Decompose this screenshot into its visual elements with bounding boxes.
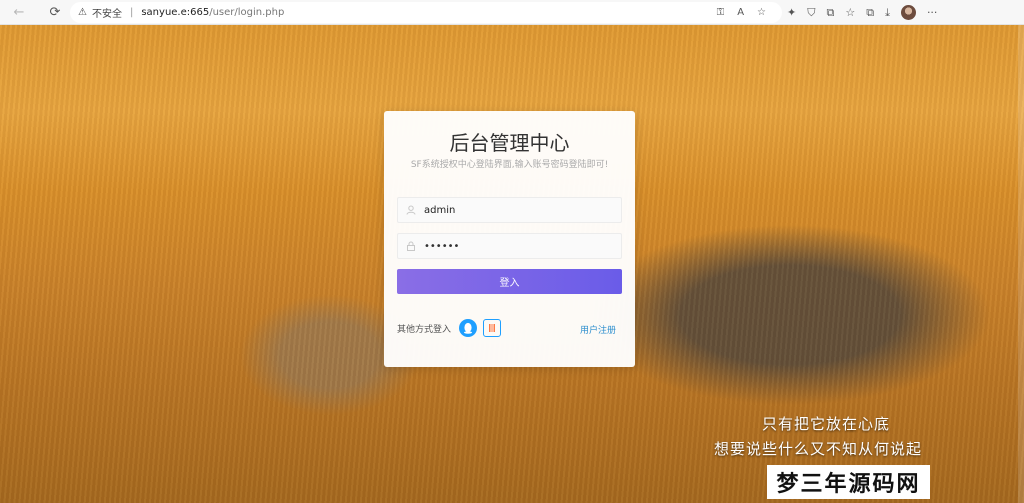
lyric-line-1: 只有把它放在心底 (762, 415, 891, 433)
username-input[interactable] (424, 204, 604, 216)
browser-toolbar: ← ⟳ ⚠ 不安全 | sanyue.e:665/user/login.php … (0, 0, 1024, 25)
page-scrollbar[interactable] (1018, 25, 1024, 503)
lock-icon (406, 241, 416, 251)
puzzle-icon[interactable]: ⧉ (826, 6, 834, 20)
scan-icon[interactable] (483, 319, 502, 337)
download-icon[interactable]: ⤓ (885, 6, 890, 20)
more-icon[interactable]: ··· (927, 6, 938, 19)
lyric-line-2: 想要说些什么又不知从何说起 (714, 440, 923, 458)
security-label[interactable]: 不安全 (92, 5, 122, 20)
read-aloud-icon[interactable]: A (737, 7, 744, 18)
other-login-label: 其他方式登入 (397, 324, 452, 335)
register-link[interactable]: 用户注册 (580, 323, 616, 336)
favorites-icon[interactable]: ☆ (845, 6, 855, 19)
address-separator: | (129, 7, 134, 18)
warning-icon[interactable]: ⚠ (78, 7, 87, 18)
key-icon[interactable]: ⚿ (717, 7, 725, 18)
browser-actions: ✦ ⛉ ⧉ ☆ ⧉ ⤓ ··· (787, 2, 937, 23)
url-path: /user/login.php (209, 7, 285, 18)
password-field[interactable]: •••••• (397, 233, 622, 259)
login-subtitle: SF系统授权中心登陆界面,输入账号密码登陆即可! (410, 160, 609, 170)
password-input[interactable]: •••••• (424, 241, 459, 252)
login-title: 后台管理中心 (449, 131, 570, 155)
other-login-methods: 其他方式登入 (397, 317, 502, 339)
url-host: sanyue.e:665 (141, 7, 210, 18)
address-bar[interactable]: ⚠ 不安全 | sanyue.e:665/user/login.php ⚿ A … (70, 2, 782, 23)
user-icon (406, 205, 416, 215)
collections-icon[interactable]: ⧉ (866, 6, 874, 20)
back-arrow-icon[interactable]: ← (8, 1, 30, 23)
reload-icon[interactable]: ⟳ (44, 1, 66, 23)
username-field[interactable] (397, 197, 622, 223)
qq-icon[interactable] (459, 319, 478, 337)
profile-avatar[interactable] (900, 5, 916, 20)
add-favorite-icon[interactable]: ☆ (757, 7, 766, 18)
login-card: 后台管理中心 SF系统授权中心登陆界面,输入账号密码登陆即可! •••••• 登… (384, 111, 635, 367)
login-button[interactable]: 登入 (397, 269, 622, 294)
address-bar-actions: ⚿ A ☆ (717, 2, 766, 23)
page-background: 后台管理中心 SF系统授权中心登陆界面,输入账号密码登陆即可! •••••• 登… (0, 25, 1024, 503)
extension-icon[interactable]: ✦ (787, 6, 796, 19)
site-watermark: 梦三年源码网 (767, 465, 930, 499)
shield-icon[interactable]: ⛉ (807, 6, 815, 20)
